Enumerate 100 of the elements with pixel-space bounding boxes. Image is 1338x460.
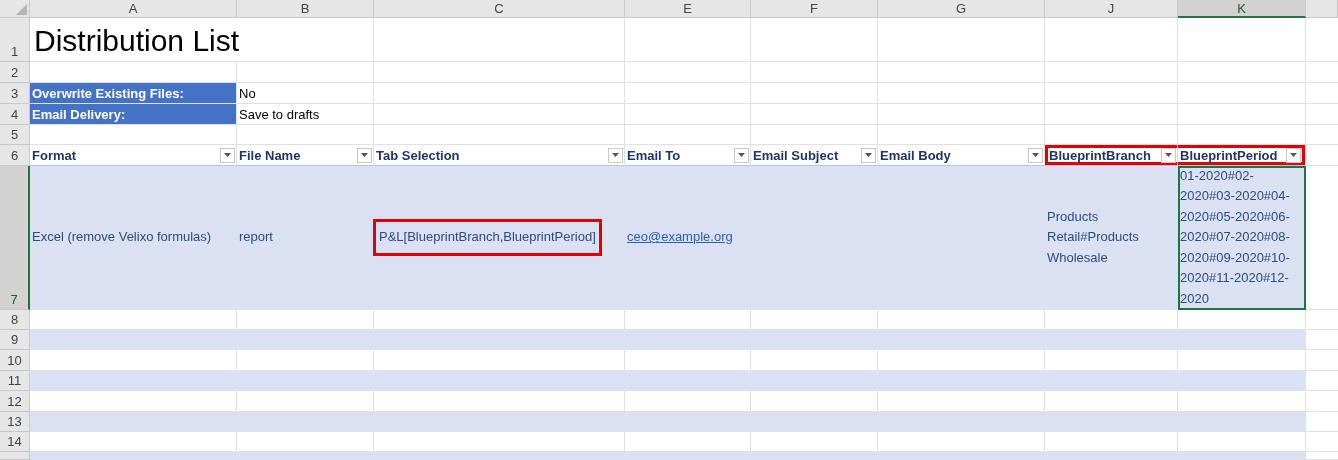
sheet-cell[interactable] [237,432,374,452]
row-header[interactable]: 13 [0,412,30,432]
sheet-cell[interactable] [374,83,625,104]
filter-button[interactable] [357,147,372,163]
sheet-cell[interactable] [751,18,878,62]
sheet-cell[interactable] [625,83,751,104]
sheet-cell[interactable] [374,391,625,412]
table-cell[interactable]: Excel (remove Velixo formulas) [30,166,237,310]
sheet-cell[interactable] [237,391,374,412]
column-header[interactable]: J [1045,0,1178,18]
sheet-cell[interactable] [1178,104,1306,125]
column-header[interactable]: B [237,0,374,18]
sheet-cell[interactable] [30,330,237,350]
sheet-cell[interactable] [30,371,237,391]
sheet-cell[interactable] [374,18,625,62]
sheet-cell[interactable] [751,350,878,371]
sheet-cell[interactable] [1178,310,1306,330]
sheet-cell[interactable] [374,350,625,371]
sheet-cell[interactable] [374,432,625,452]
column-header[interactable]: E [625,0,751,18]
filter-button[interactable] [1028,147,1043,163]
filter-button[interactable] [1286,147,1301,163]
column-header[interactable]: G [878,0,1045,18]
sheet-cell[interactable] [751,62,878,83]
sheet-cell[interactable] [1045,391,1178,412]
sheet-cell[interactable] [237,62,374,83]
sheet-cell[interactable] [751,432,878,452]
column-header[interactable]: F [751,0,878,18]
sheet-cell[interactable] [1178,350,1306,371]
sheet-cell[interactable] [1045,432,1178,452]
sheet-cell[interactable] [878,83,1045,104]
sheet-cell[interactable] [1045,83,1178,104]
sheet-cell[interactable] [1178,432,1306,452]
sheet-cell[interactable] [1178,371,1306,391]
sheet-cell[interactable] [374,104,625,125]
sheet-cell[interactable] [1045,125,1178,145]
sheet-cell[interactable] [237,350,374,371]
table-cell[interactable]: P&L[BlueprintBranch,BlueprintPeriod] [374,166,625,310]
sheet-cell[interactable] [625,391,751,412]
row-header[interactable]: 4 [0,104,30,125]
row-header[interactable]: 10 [0,350,30,371]
sheet-cell[interactable] [1178,391,1306,412]
sheet-cell[interactable] [30,391,237,412]
sheet-cell[interactable] [1178,83,1306,104]
column-header[interactable]: K [1178,0,1306,18]
filter-button[interactable] [734,147,749,163]
sheet-cell[interactable] [30,452,237,460]
sheet-cell[interactable] [30,350,237,371]
row-header[interactable]: 2 [0,62,30,83]
filter-button[interactable] [1161,147,1176,163]
select-all-button[interactable] [0,0,30,18]
sheet-cell[interactable] [1045,310,1178,330]
sheet-cell[interactable] [878,391,1045,412]
sheet-cell[interactable] [30,432,237,452]
sheet-cell[interactable] [30,412,237,432]
sheet-cell[interactable] [878,104,1045,125]
sheet-cell[interactable] [30,125,237,145]
row-header[interactable]: 3 [0,83,30,104]
sheet-cell[interactable] [751,391,878,412]
table-cell[interactable]: Products Retail#Products Wholesale [1045,166,1178,310]
sheet-cell[interactable] [1045,62,1178,83]
filter-button[interactable] [608,147,623,163]
row-header[interactable]: 8 [0,310,30,330]
sheet-cell[interactable] [1045,104,1178,125]
sheet-cell[interactable] [878,432,1045,452]
sheet-cell[interactable] [878,310,1045,330]
sheet-cell[interactable] [625,104,751,125]
sheet-cell[interactable] [751,104,878,125]
row-header[interactable]: 7 [0,166,30,310]
sheet-cell[interactable] [625,125,751,145]
row-header[interactable]: 5 [0,125,30,145]
table-cell[interactable]: report [237,166,374,310]
row-header[interactable]: 14 [0,432,30,452]
sheet-cell[interactable] [625,18,751,62]
sheet-cell[interactable] [1178,452,1306,460]
column-header[interactable]: C [374,0,625,18]
row-header[interactable]: 1 [0,18,30,62]
table-cell[interactable]: ceo@example.org [625,166,751,310]
sheet-cell[interactable] [878,350,1045,371]
sheet-cell[interactable] [625,310,751,330]
sheet-cell[interactable] [1178,62,1306,83]
sheet-cell[interactable] [625,350,751,371]
sheet-cell[interactable] [878,62,1045,83]
sheet-cell[interactable] [1178,330,1306,350]
row-header[interactable]: 11 [0,371,30,391]
sheet-cell[interactable] [1178,125,1306,145]
sheet-cell[interactable] [1045,350,1178,371]
sheet-cell[interactable] [625,62,751,83]
filter-button[interactable] [220,147,235,163]
sheet-cell[interactable] [374,125,625,145]
column-header[interactable]: A [30,0,237,18]
row-header[interactable]: 12 [0,391,30,412]
row-header[interactable] [0,452,30,460]
sheet-cell[interactable] [878,18,1045,62]
sheet-cell[interactable] [751,125,878,145]
sheet-cell[interactable] [30,62,237,83]
sheet-cell[interactable] [1178,412,1306,432]
sheet-cell[interactable] [751,83,878,104]
sheet-cell[interactable] [237,125,374,145]
sheet-cell[interactable] [1178,18,1306,62]
